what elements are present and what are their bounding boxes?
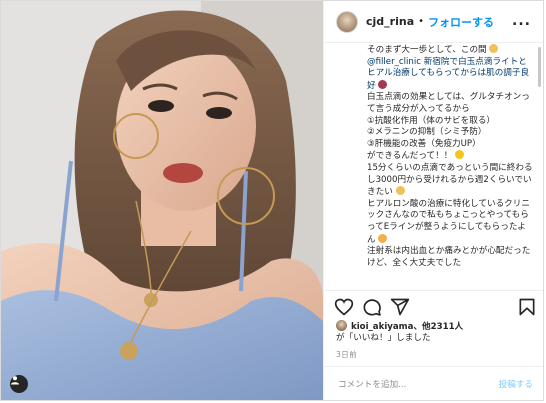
tagged-user-icon[interactable] (10, 375, 28, 393)
separator-dot: • (418, 16, 425, 27)
post-sidebar: cjd_rina • フォローする ... そのまず大一歩として、この間 @fi… (323, 1, 543, 400)
likes-count[interactable]: 、他2311人 (413, 322, 463, 332)
caption-line: ③肝機能の改善（免疫力UP） (367, 138, 481, 149)
likes-summary: kioi_akiyama、他2311人 が「いいね！」しました (336, 320, 536, 344)
more-icon[interactable]: ... (512, 13, 531, 29)
bookmark-icon[interactable] (517, 297, 537, 317)
comment-bar: 投稿する (324, 366, 543, 400)
post-header: cjd_rina • フォローする ... (324, 1, 543, 43)
user-tag-icon (11, 376, 19, 385)
hearteyes-emoji-icon (378, 233, 388, 243)
likes-suffix: が「いいね！」しました (336, 333, 431, 343)
caption-line: そのまず大一歩として、この間 (367, 44, 533, 57)
username[interactable]: cjd_rina (366, 15, 414, 28)
caption: そのまず大一歩として、この間 @filler_clinic 新宿院で白玉点滴ライ… (324, 44, 543, 290)
sparkle-emoji-icon (455, 150, 465, 160)
instagram-post: cjd_rina • フォローする ... そのまず大一歩として、この間 @fi… (0, 0, 544, 401)
heart-emoji-icon (378, 79, 388, 89)
avatar[interactable] (336, 10, 358, 33)
caption-scrollbar[interactable] (538, 47, 541, 87)
follow-button[interactable]: フォローする (428, 14, 494, 30)
caption-line: ができるんだって！！ (367, 150, 533, 163)
comment-icon[interactable] (362, 297, 382, 317)
portrait-illustration (1, 1, 323, 400)
liker-avatar[interactable] (336, 320, 347, 331)
post-comment-button[interactable]: 投稿する (499, 378, 533, 390)
action-bar (324, 290, 543, 320)
share-icon[interactable] (390, 297, 410, 317)
grin-emoji-icon (395, 186, 405, 196)
caption-line: ①抗酸化作用（体のサビを取る） (367, 115, 496, 126)
clinic-mention-link[interactable]: @filler_clinic 新宿院で白玉点滴ライトとヒアル治療してもらってから… (367, 57, 529, 91)
heart-icon[interactable] (334, 297, 354, 317)
post-date[interactable]: 3日前 (336, 349, 357, 360)
caption-line: 白玉点滴の効果としては、グルタチオンって言う成分が入ってるから (367, 92, 530, 114)
caption-line: ヒアルロン酸の治療に特化しているクリニックさんなので私もちょこっとやってもらって… (367, 198, 530, 245)
caption-line: ②メラニンの抑制（シミ予防） (367, 127, 487, 138)
caption-line: @filler_clinic 新宿院で白玉点滴ライトとヒアル治療してもらってから… (367, 57, 533, 93)
comment-input[interactable] (336, 378, 480, 391)
caption-line: 注射系は内出血とか痛みとかが心配だったけど、全く大丈夫でした (367, 246, 531, 268)
smile-emoji-icon (489, 44, 499, 53)
post-photo[interactable] (1, 1, 323, 400)
liker-username[interactable]: kioi_akiyama (351, 322, 413, 332)
caption-line: 15分くらいの点滴であっという間に終わるし3000円から受けれるから週2くらいで… (367, 162, 533, 198)
